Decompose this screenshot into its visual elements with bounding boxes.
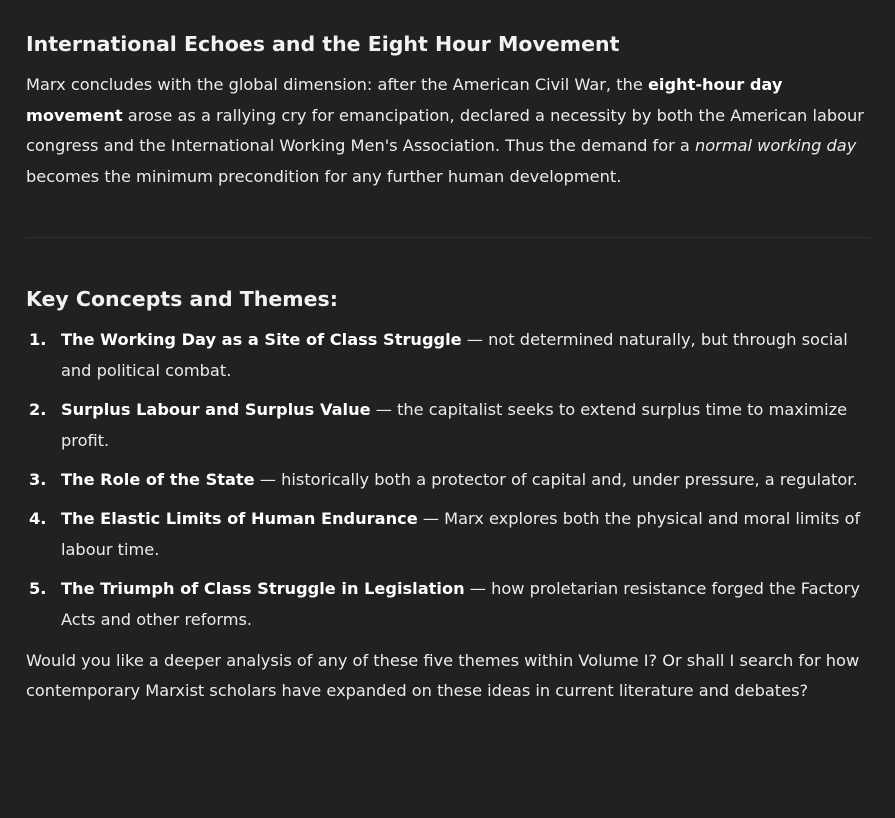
list-item: 5. The Triumph of Class Struggle in Legis… bbox=[26, 574, 870, 635]
list-item-title: The Role of the State bbox=[61, 469, 255, 489]
intro-italic-normal-day: normal working day bbox=[695, 136, 857, 156]
list-item-title: Surplus Labour and Surplus Value bbox=[61, 399, 371, 419]
section-heading-international-echoes: International Echoes and the Eight Hour … bbox=[26, 32, 620, 56]
intro-text-part-3: becomes the minimum precondition for any… bbox=[26, 167, 622, 187]
closing-question: Would you like a deeper analysis of any … bbox=[26, 650, 860, 701]
list-item: 4. The Elastic Limits of Human Endurance … bbox=[26, 504, 870, 565]
list-item-description: — historically both a protector of capit… bbox=[254, 469, 858, 489]
list-item-number: 5. bbox=[29, 579, 47, 599]
themes-list: 1. The Working Day as a Site of Class Str… bbox=[26, 325, 870, 636]
list-item-number: 4. bbox=[29, 509, 47, 529]
list-item: 2. Surplus Labour and Surplus Value — the… bbox=[26, 395, 870, 456]
intro-paragraph: Marx concludes with the global dimension… bbox=[26, 70, 870, 193]
assistant-message: International Echoes and the Eight Hour … bbox=[26, 30, 870, 707]
list-item-number: 1. bbox=[29, 329, 47, 349]
list-item: 3. The Role of the State — historically b… bbox=[26, 465, 870, 496]
list-item-title: The Elastic Limits of Human Endurance bbox=[61, 509, 418, 529]
list-item: 1. The Working Day as a Site of Class Str… bbox=[26, 325, 870, 386]
intro-text-part-1: Marx concludes with the global dimension… bbox=[26, 75, 648, 94]
list-item-number: 3. bbox=[29, 469, 47, 489]
list-item-number: 2. bbox=[29, 399, 47, 419]
section-heading-key-concepts: Key Concepts and Themes: bbox=[26, 286, 338, 311]
section-divider bbox=[26, 236, 870, 238]
list-item-title: The Triumph of Class Struggle in Legisla… bbox=[61, 579, 465, 599]
list-item-title: The Working Day as a Site of Class Strug… bbox=[61, 329, 462, 349]
